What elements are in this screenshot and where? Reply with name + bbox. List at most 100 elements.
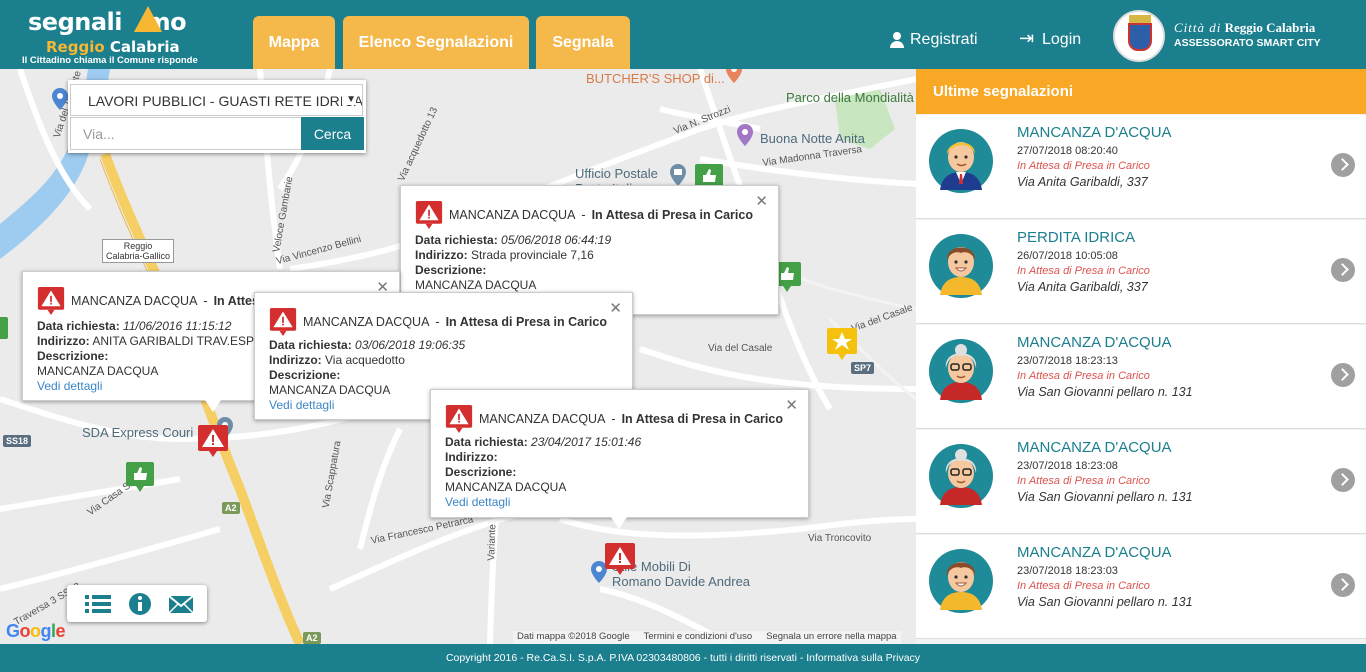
popup-body: Data richiesta: 05/06/2018 06:44:19 Indi… (415, 233, 612, 292)
register-link[interactable]: Registrati (889, 31, 978, 49)
category-select[interactable]: LAVORI PUBBLICI - GUASTI RETE IDRICA ▼ (70, 84, 363, 116)
user-icon (889, 32, 905, 48)
recent-reports-heading: Ultime segnalazioni (916, 69, 1366, 114)
recent-reports-panel: Ultime segnalazioni MANCANZA D'ACQUA 27/… (916, 69, 1366, 644)
tab-elenco-segnalazioni[interactable]: Elenco Segnalazioni (343, 16, 529, 69)
report-title: MANCANZA D'ACQUA (1017, 334, 1172, 351)
popup-body: Data richiesta: 11/06/2016 11:15:12 Indi… (37, 319, 254, 394)
report-list-item[interactable]: MANCANZA D'ACQUA 23/07/2018 18:23:13 In … (916, 325, 1366, 429)
shop-pin-icon[interactable] (726, 69, 742, 83)
report-list-item[interactable]: MANCANZA D'ACQUA 27/07/2018 08:20:40 In … (916, 115, 1366, 219)
popup-body: Data richiesta: 23/04/2017 15:01:46 Indi… (445, 435, 642, 510)
avatar-old-woman-icon (926, 441, 996, 511)
alert-marker-icon (269, 308, 297, 336)
login-link[interactable]: Login (1019, 28, 1082, 49)
report-title: PERDITA IDRICA (1017, 229, 1136, 246)
map-street: Variante (486, 524, 499, 561)
filter-panel: LAVORI PUBBLICI - GUASTI RETE IDRICA ▼ V… (68, 80, 366, 153)
info-icon[interactable] (127, 592, 153, 616)
report-title: MANCANZA D'ACQUA (1017, 439, 1172, 456)
close-icon[interactable]: ✕ (755, 192, 768, 210)
post-pin-icon[interactable] (670, 164, 686, 186)
map-label-shop[interactable]: BUTCHER'S SHOP di... (586, 71, 725, 86)
map-attribution: Dati mappa ©2018 Google Termini e condiz… (513, 631, 901, 644)
map-label-hotel[interactable]: Buona Notte Anita (760, 131, 865, 146)
chevron-down-icon: ▼ (342, 94, 356, 105)
details-link[interactable]: Vedi dettagli (445, 495, 641, 510)
featured-report-marker-icon[interactable] (827, 328, 857, 360)
google-logo[interactable]: Google (6, 621, 66, 642)
chevron-right-icon[interactable] (1331, 468, 1355, 492)
report-status: In Attesa di Presa in Carico (1017, 475, 1150, 487)
chevron-right-icon[interactable] (1331, 258, 1355, 282)
report-map-error-link[interactable]: Segnala un errore nella mappa (766, 631, 896, 644)
report-date: 23/07/2018 18:23:08 (1017, 460, 1118, 472)
report-list-item[interactable]: PERDITA IDRICA 26/07/2018 10:05:08 In At… (916, 220, 1366, 324)
alert-report-marker-icon[interactable] (605, 543, 635, 575)
report-list-item[interactable]: MANCANZA D'ACQUA 23/07/2018 18:23:08 In … (916, 430, 1366, 534)
details-link[interactable]: Vedi dettagli (37, 379, 254, 394)
report-status: In Attesa di Presa in Carico (1017, 580, 1150, 592)
report-address: Via San Giovanni pellaro n. 131 (1017, 385, 1193, 399)
popup-title: MANCANZA DACQUA - In Attesa (37, 287, 266, 315)
close-icon[interactable]: ✕ (609, 299, 622, 317)
tab-segnala[interactable]: Segnala (536, 16, 630, 69)
logo-city: Reggio Calabria (46, 38, 180, 56)
popup-title: MANCANZA DACQUA - In Attesa di Presa in … (445, 405, 783, 433)
hotel-pin-icon[interactable] (737, 124, 753, 146)
map-label-park[interactable]: Parco della Mondialità (786, 91, 914, 105)
avatar-man-brown-icon (926, 546, 996, 616)
city-crest-icon[interactable] (1113, 10, 1165, 62)
map-toolbar (67, 585, 207, 622)
report-title: MANCANZA D'ACQUA (1017, 544, 1172, 561)
report-date: 23/07/2018 18:23:13 (1017, 355, 1118, 367)
avatar-man-blond-icon (926, 126, 996, 196)
poi-pin-icon[interactable] (52, 88, 68, 110)
report-address: Via San Giovanni pellaro n. 131 (1017, 490, 1193, 504)
report-status: In Attesa di Presa in Carico (1017, 370, 1150, 382)
tab-mappa[interactable]: Mappa (253, 16, 335, 69)
report-address: Via San Giovanni pellaro n. 131 (1017, 595, 1193, 609)
comune-title: Città di Reggio Calabria ASSESSORATO SMA… (1174, 20, 1321, 49)
search-button[interactable]: Cerca (301, 117, 364, 150)
close-icon[interactable]: ✕ (785, 396, 798, 414)
map-street: Via Troncovito (808, 533, 872, 544)
alert-report-marker-icon[interactable] (198, 425, 228, 457)
report-popup[interactable]: ✕ MANCANZA DACQUA - In Attesa di Presa i… (430, 389, 809, 529)
resolved-report-marker-icon[interactable] (0, 317, 10, 343)
footer: Copyright 2016 - Re.Ca.S.I. S.p.A. P.IVA… (0, 644, 1366, 672)
chevron-right-icon[interactable] (1331, 573, 1355, 597)
header: segnali mo Reggio Calabria Il Cittadino … (0, 0, 1366, 69)
register-label: Registrati (910, 31, 978, 48)
logo-text: segnali mo (28, 8, 187, 36)
road-sign-a2: A2 (222, 502, 240, 514)
report-date: 26/07/2018 10:05:08 (1017, 250, 1118, 262)
map-street: Via del Casale (708, 343, 773, 354)
report-date: 23/07/2018 18:23:03 (1017, 565, 1118, 577)
report-list-item[interactable]: MANCANZA D'ACQUA 23/07/2018 18:23:03 In … (916, 535, 1366, 639)
mail-icon[interactable] (168, 592, 194, 616)
avatar-old-woman-icon (926, 336, 996, 406)
chevron-right-icon[interactable] (1331, 363, 1355, 387)
avatar-man-brown-icon (926, 231, 996, 301)
report-title: MANCANZA D'ACQUA (1017, 124, 1172, 141)
chevron-right-icon[interactable] (1331, 153, 1355, 177)
report-status: In Attesa di Presa in Carico (1017, 265, 1150, 277)
road-sign-a2: A2 (303, 632, 321, 644)
login-label: Login (1042, 31, 1082, 48)
road-sign-ss18: SS18 (3, 435, 32, 447)
map-station[interactable]: Reggio Calabria-Gallico (102, 239, 175, 263)
report-status: In Attesa di Presa in Carico (1017, 160, 1150, 172)
resolved-report-marker-icon[interactable] (126, 462, 154, 492)
map-label-furniture-2[interactable]: Romano Davide Andrea (612, 574, 750, 589)
popup-title: MANCANZA DACQUA - In Attesa di Presa in … (415, 201, 753, 229)
road-sign-sp7: SP7 (851, 362, 875, 374)
terms-link[interactable]: Termini e condizioni d'uso (644, 631, 752, 644)
app-logo[interactable]: segnali mo Reggio Calabria Il Cittadino … (22, 4, 222, 66)
logo-triangle-icon (134, 6, 162, 32)
report-address: Via Anita Garibaldi, 337 (1017, 280, 1148, 294)
list-icon[interactable] (85, 592, 111, 616)
map-label-courier[interactable]: SDA Express Couri (82, 425, 193, 440)
map-view[interactable]: BUTCHER'S SHOP di... Parco della Mondial… (0, 69, 916, 644)
address-search-input[interactable]: Via... (70, 117, 302, 150)
